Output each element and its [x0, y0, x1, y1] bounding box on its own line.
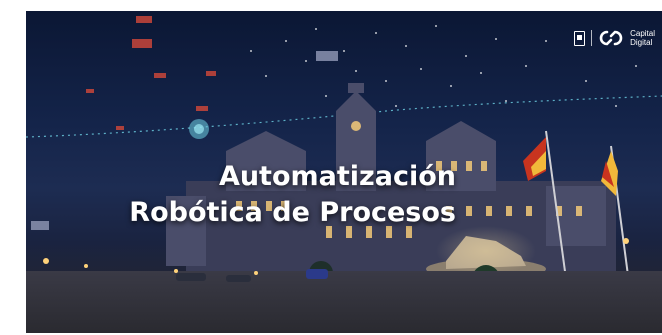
madrid-crest-icon: [574, 30, 586, 46]
brand-name-line-2: Digital: [630, 38, 653, 47]
logo-divider: [591, 30, 593, 46]
street: [26, 271, 662, 333]
headline-line-1: Automatización: [218, 161, 456, 192]
brand-logo[interactable]: Capital Digital: [574, 29, 655, 47]
brand-name: Capital Digital: [630, 29, 655, 47]
hero-image: Automatización Robótica de Procesos Capi…: [26, 11, 662, 333]
headline-line-2: Robótica de Procesos: [129, 197, 456, 228]
banner-headline: Automatización Robótica de Procesos: [96, 159, 456, 231]
linked-loop-icon: [599, 30, 623, 46]
brand-name-line-1: Capital: [630, 29, 655, 38]
